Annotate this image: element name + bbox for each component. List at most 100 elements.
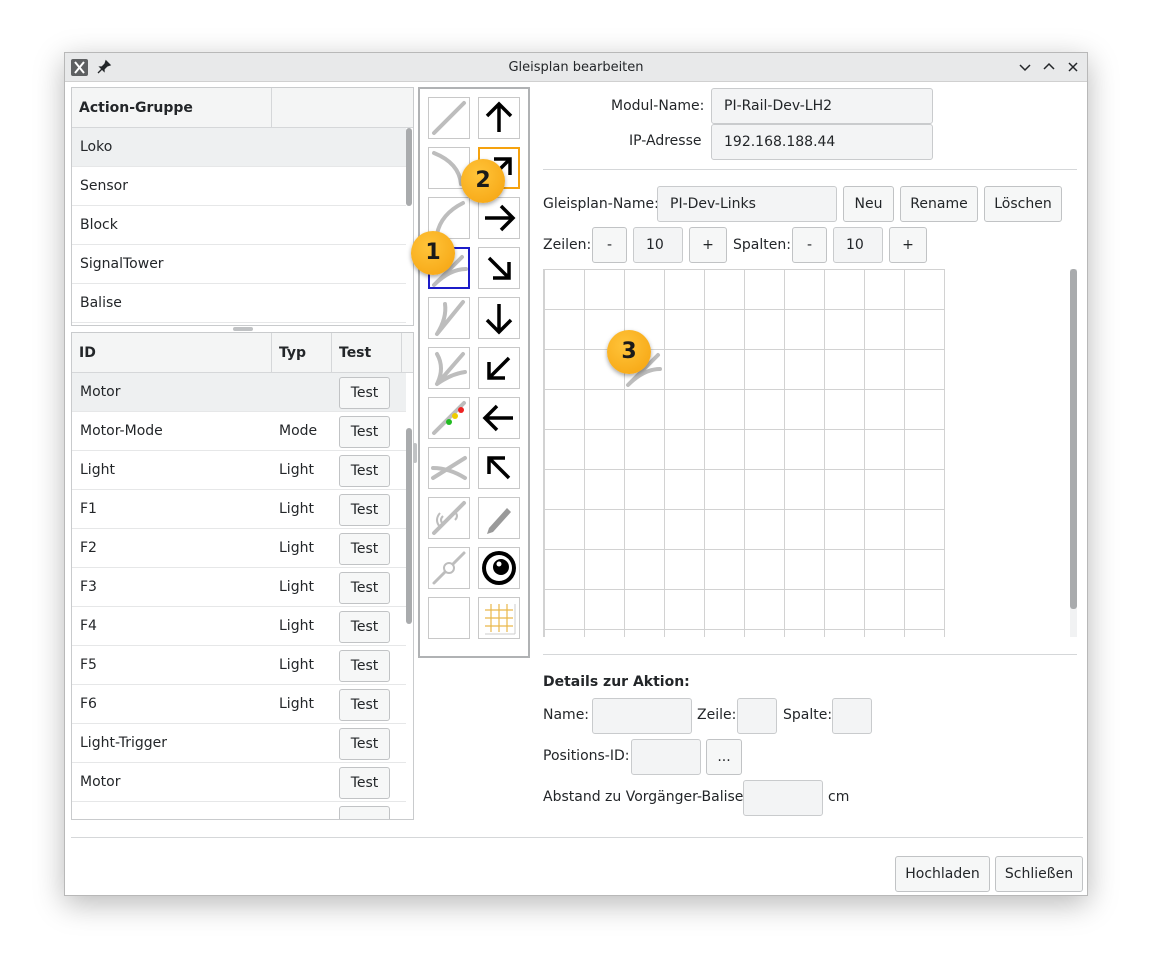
test-button[interactable] (339, 806, 390, 819)
crossing-track-icon[interactable] (428, 447, 470, 489)
sensor-track-icon[interactable] (428, 497, 470, 539)
table-row[interactable]: F3 Light Test (72, 568, 406, 607)
arrow-down-right-icon[interactable] (478, 247, 520, 289)
grid-icon[interactable] (478, 597, 520, 639)
column-header-action-group[interactable]: Action-Gruppe (72, 88, 272, 128)
table-header: ID Typ Test (72, 333, 413, 373)
detail-name-field[interactable] (592, 698, 692, 734)
rows-decrement-button[interactable]: - (592, 227, 627, 263)
scrollbar[interactable] (406, 128, 412, 206)
table-row[interactable]: F4 Light Test (72, 607, 406, 646)
arrow-up-left-icon[interactable] (478, 447, 520, 489)
column-header-test[interactable]: Test (332, 333, 402, 373)
position-id-field[interactable] (631, 739, 701, 775)
empty-tile-icon[interactable] (428, 597, 470, 639)
maximize-icon[interactable] (1040, 58, 1058, 76)
ip-address-label: IP-Adresse (629, 133, 702, 149)
position-id-label: Positions-ID: (543, 748, 630, 764)
test-button[interactable]: Test (339, 416, 390, 448)
test-button[interactable]: Test (339, 533, 390, 565)
detail-col-label: Spalte: (783, 707, 833, 723)
distance-field[interactable] (743, 780, 823, 816)
table-row[interactable]: Light-Trigger Test (72, 724, 406, 763)
action-group-table: Action-Gruppe Loko Sensor Block SignalTo… (71, 87, 414, 326)
rows-field[interactable]: 10 (633, 227, 683, 263)
rows-label: Zeilen: (543, 237, 592, 253)
arrow-down-icon[interactable] (478, 297, 520, 339)
upload-button[interactable]: Hochladen (895, 856, 990, 892)
arrow-left-icon[interactable] (478, 397, 520, 439)
grid-scrollbar[interactable] (1070, 269, 1077, 609)
list-item[interactable]: SignalTower (72, 245, 406, 284)
test-button[interactable]: Test (339, 767, 390, 799)
arrow-up-icon[interactable] (478, 97, 520, 139)
table-row[interactable]: Light Light Test (72, 451, 406, 490)
column-header-empty[interactable] (272, 88, 413, 128)
balise-track-icon[interactable] (428, 547, 470, 589)
position-id-browse-button[interactable]: ... (706, 739, 742, 775)
cols-increment-button[interactable]: + (889, 227, 927, 263)
rows-increment-button[interactable]: + (689, 227, 727, 263)
eye-icon[interactable] (478, 547, 520, 589)
test-button[interactable]: Test (339, 572, 390, 604)
list-item[interactable]: Sensor (72, 167, 406, 206)
detail-row-field[interactable] (737, 698, 777, 734)
rename-button[interactable]: Rename (900, 186, 978, 222)
table-row[interactable]: Motor-Mode Mode Test (72, 412, 406, 451)
action-table: ID Typ Test Motor Test Motor-Mode Mode T… (71, 332, 414, 820)
module-name-field[interactable]: PI-Rail-Dev-LH2 (711, 88, 933, 124)
table-row[interactable]: Motor Test (72, 763, 406, 802)
splitter-handle-vertical[interactable] (413, 443, 417, 463)
table-row[interactable]: F1 Light Test (72, 490, 406, 529)
cols-field[interactable]: 10 (833, 227, 883, 263)
module-name-label: Modul-Name: (611, 98, 705, 114)
table-header: Action-Gruppe (72, 88, 413, 128)
list-item[interactable]: Block (72, 206, 406, 245)
footer-divider (71, 837, 1083, 838)
new-button[interactable]: Neu (843, 186, 894, 222)
column-header-typ[interactable]: Typ (272, 333, 332, 373)
ip-address-field[interactable]: 192.168.188.44 (711, 124, 933, 160)
table-row[interactable]: Motor Test (72, 373, 406, 412)
signal-track-icon[interactable] (428, 397, 470, 439)
list-item[interactable]: Balise (72, 284, 406, 323)
details-heading: Details zur Aktion: (543, 674, 690, 690)
plan-name-field[interactable]: PI-Dev-Links (657, 186, 837, 222)
arrow-right-icon[interactable] (478, 197, 520, 239)
plan-name-label: Gleisplan-Name: (543, 196, 659, 212)
minimize-icon[interactable] (1016, 58, 1034, 76)
table-row[interactable]: F6 Light Test (72, 685, 406, 724)
table-row[interactable]: F2 Light Test (72, 529, 406, 568)
test-button[interactable]: Test (339, 455, 390, 487)
annotation-badge: 3 (607, 330, 651, 374)
annotation-badge: 2 (461, 159, 505, 203)
dialog-window: Gleisplan bearbeiten Action-Gruppe Loko … (64, 52, 1088, 896)
three-way-switch-icon[interactable] (428, 347, 470, 389)
detail-col-field[interactable] (832, 698, 872, 734)
track-plan-grid[interactable] (543, 269, 945, 637)
switch-track-alt-icon[interactable] (428, 297, 470, 339)
pencil-icon[interactable] (478, 497, 520, 539)
divider (543, 169, 1077, 170)
scrollbar[interactable] (406, 428, 412, 624)
window-title: Gleisplan bearbeiten (508, 60, 644, 75)
title-bar: Gleisplan bearbeiten (65, 53, 1087, 82)
column-header-id[interactable]: ID (72, 333, 272, 373)
straight-track-icon[interactable] (428, 97, 470, 139)
table-row-partial[interactable] (72, 802, 406, 819)
distance-label: Abstand zu Vorgänger-Balise: (543, 789, 749, 805)
test-button[interactable]: Test (339, 494, 390, 526)
test-button[interactable]: Test (339, 377, 390, 409)
list-item[interactable]: Loko (72, 128, 406, 167)
close-button[interactable]: Schließen (995, 856, 1083, 892)
table-row[interactable]: F5 Light Test (72, 646, 406, 685)
test-button[interactable]: Test (339, 689, 390, 721)
cols-decrement-button[interactable]: - (792, 227, 827, 263)
close-icon[interactable] (1064, 58, 1082, 76)
splitter-handle[interactable] (233, 327, 253, 331)
arrow-down-left-icon[interactable] (478, 347, 520, 389)
test-button[interactable]: Test (339, 611, 390, 643)
delete-button[interactable]: Löschen (984, 186, 1062, 222)
test-button[interactable]: Test (339, 650, 390, 682)
test-button[interactable]: Test (339, 728, 390, 760)
